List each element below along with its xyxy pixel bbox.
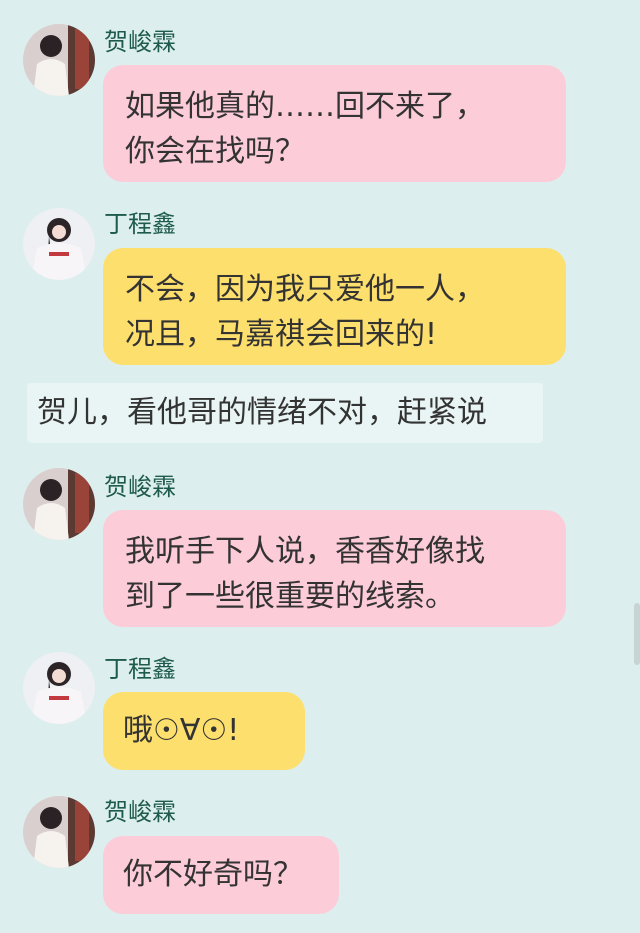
message-bubble[interactable]: 不会，因为我只爱他一人， 况且，马嘉祺会回来的! bbox=[103, 248, 566, 365]
message-bubble[interactable]: 哦☉∀☉! bbox=[103, 692, 305, 770]
avatar[interactable] bbox=[23, 24, 95, 96]
message-bubble[interactable]: 我听手下人说，香香好像找 到了一些很重要的线索。 bbox=[103, 510, 566, 627]
avatar[interactable] bbox=[23, 468, 95, 540]
message-bubble[interactable]: 如果他真的……回不来了， 你会在找吗？ bbox=[103, 65, 566, 182]
avatar[interactable] bbox=[23, 652, 95, 724]
narration-text: 贺儿，看他哥的情绪不对，赶紧说 bbox=[27, 383, 543, 443]
sender-name: 贺峻霖 bbox=[104, 473, 176, 501]
sender-name: 贺峻霖 bbox=[104, 798, 176, 826]
sender-name: 丁程鑫 bbox=[104, 210, 176, 238]
sender-name: 丁程鑫 bbox=[104, 655, 176, 683]
message-bubble[interactable]: 你不好奇吗？ bbox=[103, 836, 339, 914]
avatar[interactable] bbox=[23, 208, 95, 280]
sender-name: 贺峻霖 bbox=[104, 28, 176, 56]
avatar[interactable] bbox=[23, 796, 95, 868]
scrollbar[interactable] bbox=[634, 603, 640, 665]
